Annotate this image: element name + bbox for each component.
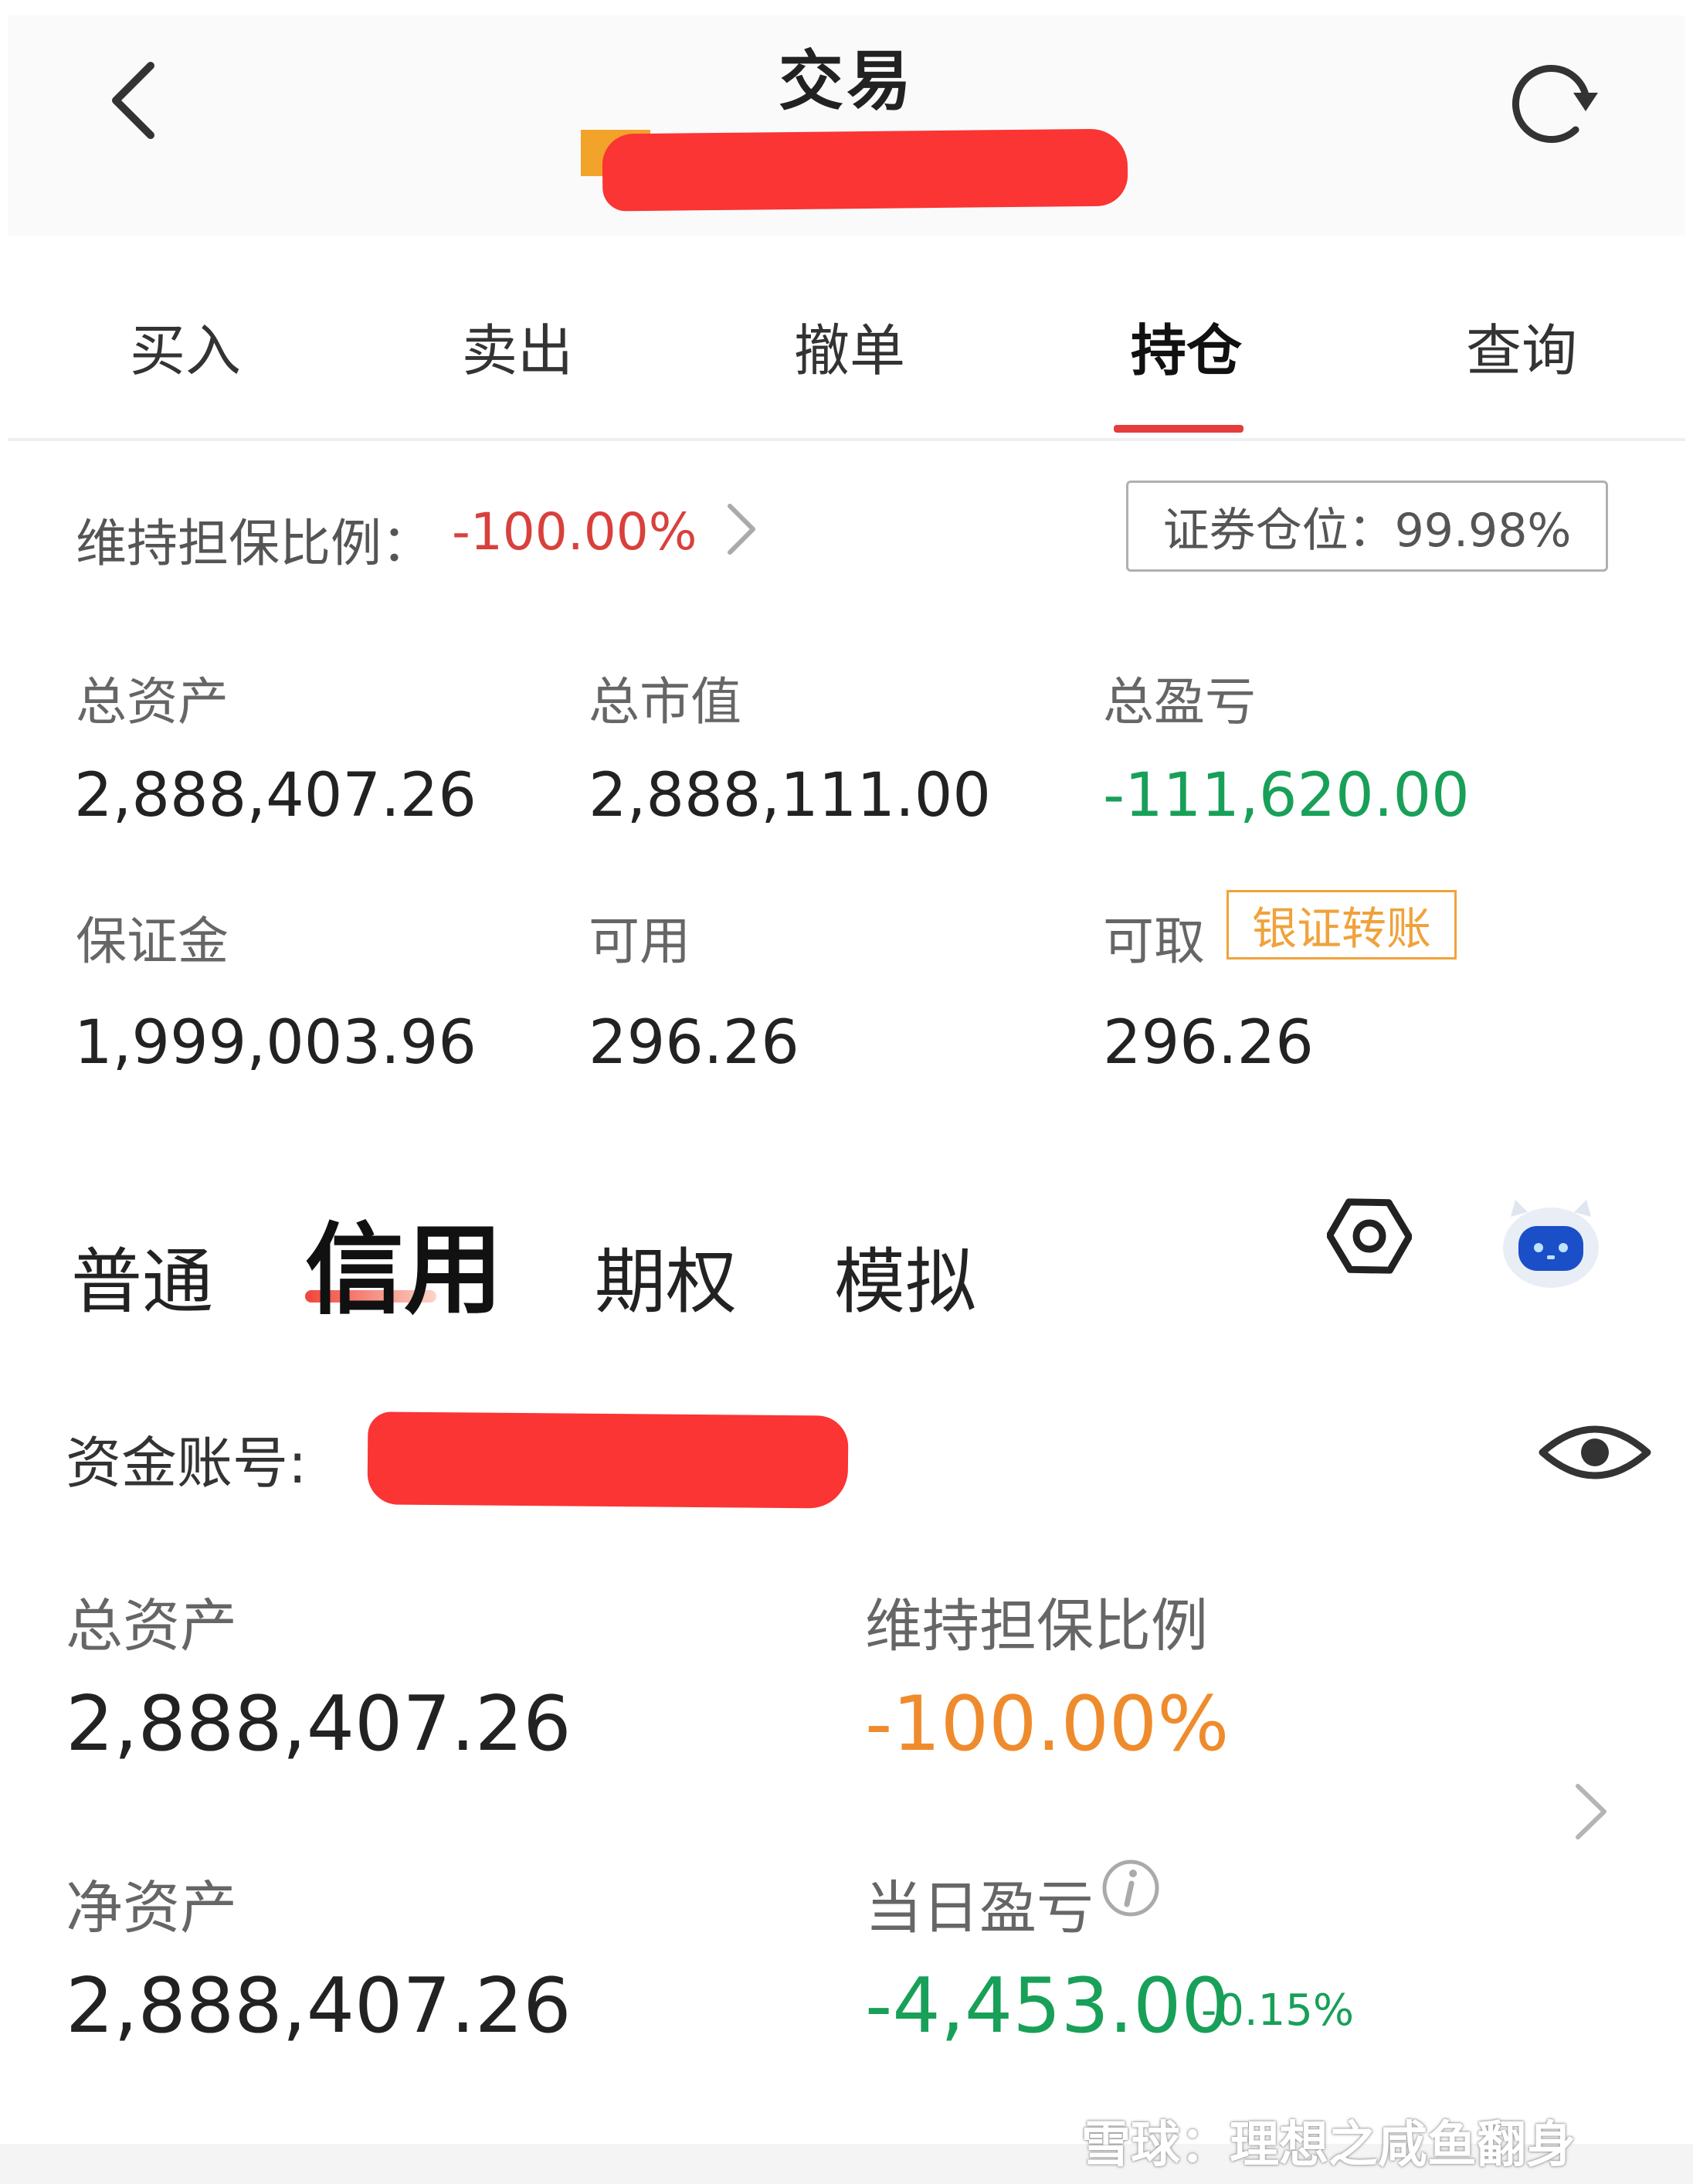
- tab-positions[interactable]: 持仓: [1086, 305, 1287, 386]
- account-maintenance-value: -100.00%: [865, 1680, 1230, 1768]
- active-tab-indicator: [1114, 425, 1243, 433]
- watermark-text: 雪球：理想之咸鱼翻身: [1081, 2117, 1576, 2174]
- account-tab-normal[interactable]: 普通: [71, 1224, 213, 1327]
- total-market-value-value: 2,888,111.00: [589, 761, 992, 830]
- redaction-mark: [602, 128, 1128, 212]
- total-assets-value: 2,888,407.26: [74, 761, 477, 830]
- settings-button[interactable]: [1326, 1190, 1413, 1282]
- total-market-value-label: 总市值: [589, 672, 741, 732]
- eye-icon: [1539, 1425, 1651, 1479]
- toggle-visibility-button[interactable]: [1533, 1414, 1657, 1491]
- withdrawable-label: 可取: [1103, 912, 1205, 971]
- account-maintenance-label: 维持担保比例: [865, 1593, 1208, 1659]
- refresh-button[interactable]: [1502, 53, 1603, 153]
- total-pnl-label: 总盈亏: [1103, 672, 1256, 732]
- account-total-assets-value: 2,888,407.26: [66, 1680, 572, 1768]
- tab-sell[interactable]: 卖出: [417, 305, 618, 386]
- account-tab-simulated[interactable]: 模拟: [834, 1224, 976, 1327]
- net-assets-label: 净资产: [66, 1875, 237, 1941]
- account-tab-credit[interactable]: 信用: [305, 1190, 503, 1333]
- total-assets-label: 总资产: [76, 672, 229, 732]
- total-pnl-value: -111,620.00: [1103, 761, 1470, 830]
- net-assets-value: 2,888,407.26: [66, 1962, 572, 2050]
- withdrawable-value: 296.26: [1103, 1008, 1314, 1078]
- tab-cancel-order[interactable]: 撤单: [749, 305, 950, 386]
- position-ratio-badge: 证券仓位：99.98%: [1126, 481, 1608, 572]
- bank-transfer-button[interactable]: 银证转账: [1226, 890, 1457, 960]
- available-value: 296.26: [589, 1008, 799, 1078]
- fund-account-label: 资金账号:: [66, 1431, 307, 1496]
- tab-buy[interactable]: 买入: [85, 305, 286, 386]
- page-title: 交易: [778, 43, 914, 119]
- daily-pnl-value: -4,453.00: [865, 1962, 1230, 2050]
- refresh-icon: [1511, 65, 1598, 143]
- chevron-right-icon[interactable]: [1564, 1777, 1618, 1846]
- daily-pnl-label: 当日盈亏: [865, 1875, 1094, 1941]
- info-icon[interactable]: [1101, 1858, 1161, 1918]
- daily-pnl-percent: -0.15%: [1201, 1985, 1355, 2036]
- deposit-value: 1,999,003.96: [74, 1008, 477, 1078]
- redaction-mark: [367, 1411, 849, 1509]
- account-total-assets-label: 总资产: [66, 1593, 237, 1659]
- available-label: 可用: [589, 912, 690, 971]
- tab-query[interactable]: 查询: [1421, 305, 1622, 386]
- hexagon-settings-icon: [1326, 1198, 1413, 1274]
- assistant-button[interactable]: [1497, 1194, 1605, 1294]
- chevron-right-icon[interactable]: [718, 494, 765, 564]
- trade-tab-bar: 买入 卖出 撤单 持仓 查询: [8, 236, 1685, 441]
- account-tab-options[interactable]: 期权: [595, 1224, 737, 1327]
- robot-assistant-icon: [1503, 1200, 1599, 1288]
- maintenance-ratio-label: 维持担保比例：: [76, 514, 433, 573]
- maintenance-ratio-value[interactable]: -100.00%: [452, 502, 697, 562]
- deposit-label: 保证金: [76, 912, 229, 971]
